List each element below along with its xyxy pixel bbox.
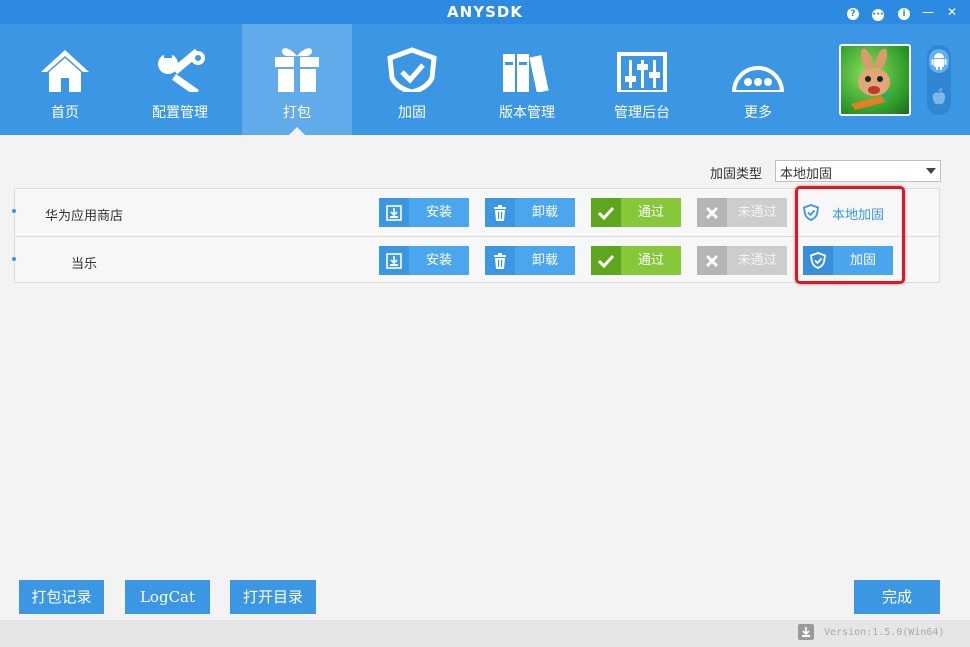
nav-label: 管理后台 [614, 105, 670, 121]
ios-toggle[interactable] [929, 85, 949, 109]
fail-label: 未通过 [737, 205, 777, 220]
tools-icon [158, 48, 205, 92]
user-avatar[interactable] [839, 44, 911, 116]
nav-item-harden[interactable]: 加固 [357, 24, 467, 135]
done-button[interactable]: 完成 [854, 580, 940, 614]
title-bar: ANYSDK ? ••• i — ✕ [0, 0, 970, 24]
help-icon: ? [847, 8, 859, 20]
pass-label: 通过 [637, 253, 664, 268]
uninstall-button[interactable]: 卸载 [485, 246, 575, 275]
install-button[interactable]: 安装 [379, 198, 469, 227]
chat-icon: ••• [872, 9, 884, 21]
info-button[interactable]: i [896, 4, 912, 20]
cross-icon [697, 246, 727, 275]
pass-label: 通过 [637, 205, 664, 220]
version-label: Version:1.5.0(Win64) [824, 627, 945, 638]
channel-name: 当乐 [71, 257, 98, 272]
platform-switch [927, 45, 951, 115]
download-icon[interactable] [798, 624, 814, 640]
row-bullet [12, 209, 16, 213]
install-icon [379, 198, 409, 227]
cross-icon [697, 198, 727, 227]
harden-type-label: 加固类型 [710, 167, 763, 182]
main-nav: 首页 配置管理 打包 加固 版本管理 管理后台 更多 [0, 24, 970, 135]
info-icon: i [898, 8, 910, 20]
channel-name: 华为应用商店 [45, 209, 124, 224]
rabbit-avatar-image [851, 48, 891, 110]
trash-icon [485, 198, 515, 227]
uninstall-label: 卸载 [531, 205, 558, 220]
check-icon [591, 198, 621, 227]
sliders-icon [617, 52, 667, 92]
chat-button[interactable]: ••• [870, 4, 886, 21]
nav-label: 配置管理 [152, 105, 208, 121]
package-history-button[interactable]: 打包记录 [19, 580, 104, 614]
android-toggle[interactable] [929, 49, 949, 73]
fail-button[interactable]: 未通过 [697, 198, 787, 227]
harden-type-value: 本地加固 [780, 167, 833, 182]
open-directory-button[interactable]: 打开目录 [230, 580, 316, 614]
nav-item-home[interactable]: 首页 [10, 24, 120, 135]
nav-item-more[interactable]: 更多 [703, 24, 813, 135]
close-button[interactable]: ✕ [944, 4, 960, 20]
nav-item-config[interactable]: 配置管理 [125, 24, 235, 135]
install-button[interactable]: 安装 [379, 246, 469, 275]
fail-label: 未通过 [737, 253, 777, 268]
pass-button[interactable]: 通过 [591, 198, 681, 227]
chevron-down-icon [926, 168, 936, 174]
nav-label: 加固 [398, 105, 426, 121]
nav-label: 首页 [51, 105, 79, 121]
minimize-button[interactable]: — [920, 4, 936, 20]
trash-icon [485, 246, 515, 275]
more-icon [731, 66, 785, 92]
nav-item-version[interactable]: 版本管理 [472, 24, 582, 135]
harden-type-select[interactable]: 本地加固 [775, 160, 941, 182]
nav-label: 打包 [283, 105, 311, 121]
logcat-button[interactable]: LogCat [125, 580, 210, 614]
check-icon [591, 246, 621, 275]
uninstall-button[interactable]: 卸载 [485, 198, 575, 227]
highlight-box [795, 186, 905, 284]
install-label: 安装 [425, 205, 452, 220]
row-bullet [12, 257, 16, 261]
nav-label: 更多 [744, 105, 772, 121]
pass-button[interactable]: 通过 [591, 246, 681, 275]
install-icon [379, 246, 409, 275]
nav-item-package[interactable]: 打包 [242, 24, 352, 135]
apple-icon [932, 88, 946, 105]
home-icon [41, 50, 89, 92]
uninstall-label: 卸载 [531, 253, 558, 268]
gift-icon [275, 48, 319, 92]
nav-label: 版本管理 [499, 105, 555, 121]
help-button[interactable]: ? [845, 4, 861, 20]
books-icon [503, 54, 549, 92]
nav-item-admin[interactable]: 管理后台 [587, 24, 697, 135]
app-title: ANYSDK [447, 3, 523, 21]
android-icon [931, 53, 947, 70]
install-label: 安装 [425, 253, 452, 268]
fail-button[interactable]: 未通过 [697, 246, 787, 275]
shield-icon [387, 47, 437, 92]
